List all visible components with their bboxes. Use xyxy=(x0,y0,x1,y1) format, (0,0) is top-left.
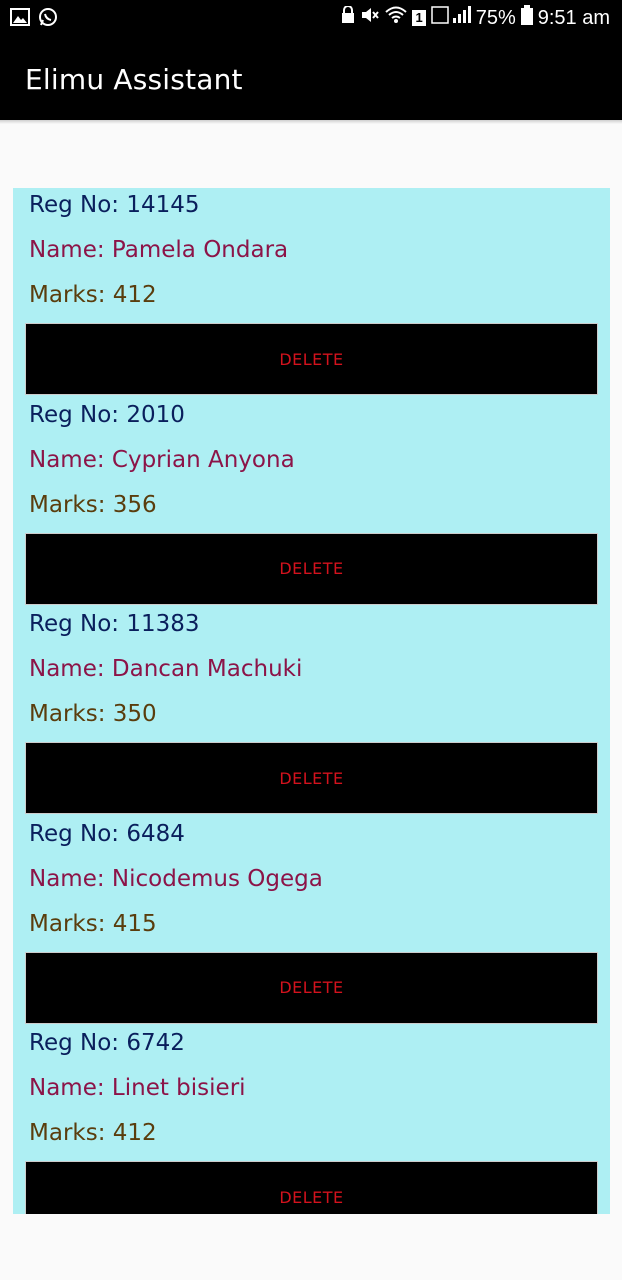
delete-button[interactable]: DELETE xyxy=(25,742,598,814)
clock: 9:51 am xyxy=(537,6,610,29)
student-marks: Marks: 415 xyxy=(29,910,157,937)
list-item: Reg No: 14145 Name: Pamela Ondara Marks:… xyxy=(13,188,610,398)
app-bar-shadow xyxy=(0,120,622,124)
list-item: Reg No: 2010 Name: Cyprian Anyona Marks:… xyxy=(13,398,610,608)
list-item: Reg No: 6484 Name: Nicodemus Ogega Marks… xyxy=(13,817,610,1027)
student-name: Name: Dancan Machuki xyxy=(29,656,303,682)
sim-icon: 1 xyxy=(412,10,426,26)
student-name: Name: Cyprian Anyona xyxy=(29,446,295,473)
list-item: Reg No: 11383 Name: Dancan Machuki Marks… xyxy=(13,607,610,817)
app-title: Elimu Assistant xyxy=(25,63,243,96)
delete-button[interactable]: DELETE xyxy=(25,1161,598,1214)
image-icon xyxy=(10,8,30,30)
wifi-icon xyxy=(385,6,408,30)
app-bar: Elimu Assistant xyxy=(0,36,622,120)
whatsapp-icon xyxy=(38,7,58,31)
mute-icon xyxy=(360,6,380,30)
lock-icon xyxy=(341,5,355,30)
delete-button[interactable]: DELETE xyxy=(25,951,598,1024)
student-marks: Marks: 412 xyxy=(29,282,157,308)
student-marks: Marks: 412 xyxy=(29,1120,157,1146)
reg-number: Reg No: 6742 xyxy=(29,1030,185,1056)
reg-number: Reg No: 14145 xyxy=(29,192,200,218)
delete-button[interactable]: DELETE xyxy=(25,532,598,605)
student-marks: Marks: 356 xyxy=(29,491,157,518)
student-list[interactable]: Reg No: 14145 Name: Pamela Ondara Marks:… xyxy=(13,188,610,1214)
reg-number: Reg No: 11383 xyxy=(29,611,200,637)
battery-icon xyxy=(520,5,533,31)
list-item: Reg No: 6742 Name: Linet bisieri Marks: … xyxy=(13,1026,610,1214)
student-marks: Marks: 350 xyxy=(29,701,157,727)
signal-icon xyxy=(430,6,471,30)
delete-button[interactable]: DELETE xyxy=(25,323,598,395)
reg-number: Reg No: 6484 xyxy=(29,820,185,847)
student-name: Name: Nicodemus Ogega xyxy=(29,865,323,892)
reg-number: Reg No: 2010 xyxy=(29,401,185,428)
status-bar: 1 75% 9:51 am xyxy=(0,0,622,36)
battery-percent: 75% xyxy=(475,6,516,29)
student-name: Name: Pamela Ondara xyxy=(29,237,289,263)
student-name: Name: Linet bisieri xyxy=(29,1075,246,1101)
